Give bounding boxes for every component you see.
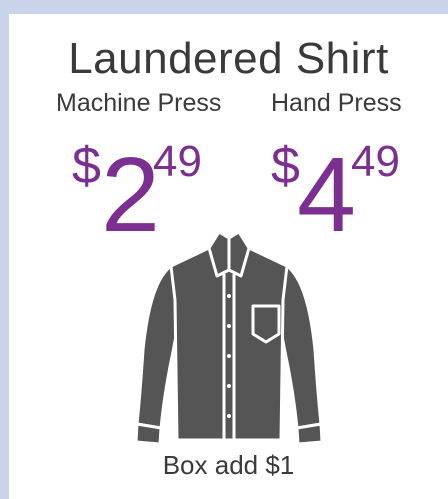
shirt-icon [131, 230, 327, 451]
service-title: Laundered Shirt [68, 34, 389, 83]
hand-press-currency: $ [271, 137, 300, 195]
price-card: Laundered Shirt Machine Press Hand Press… [9, 14, 448, 499]
hand-press-label: Hand Press [271, 89, 402, 117]
hand-press-cents: 49 [351, 137, 400, 186]
machine-press-cents: 49 [153, 137, 202, 186]
machine-press-label: Machine Press [56, 89, 222, 117]
machine-press-currency: $ [72, 137, 101, 195]
box-addon-note: Box add $1 [162, 450, 295, 480]
